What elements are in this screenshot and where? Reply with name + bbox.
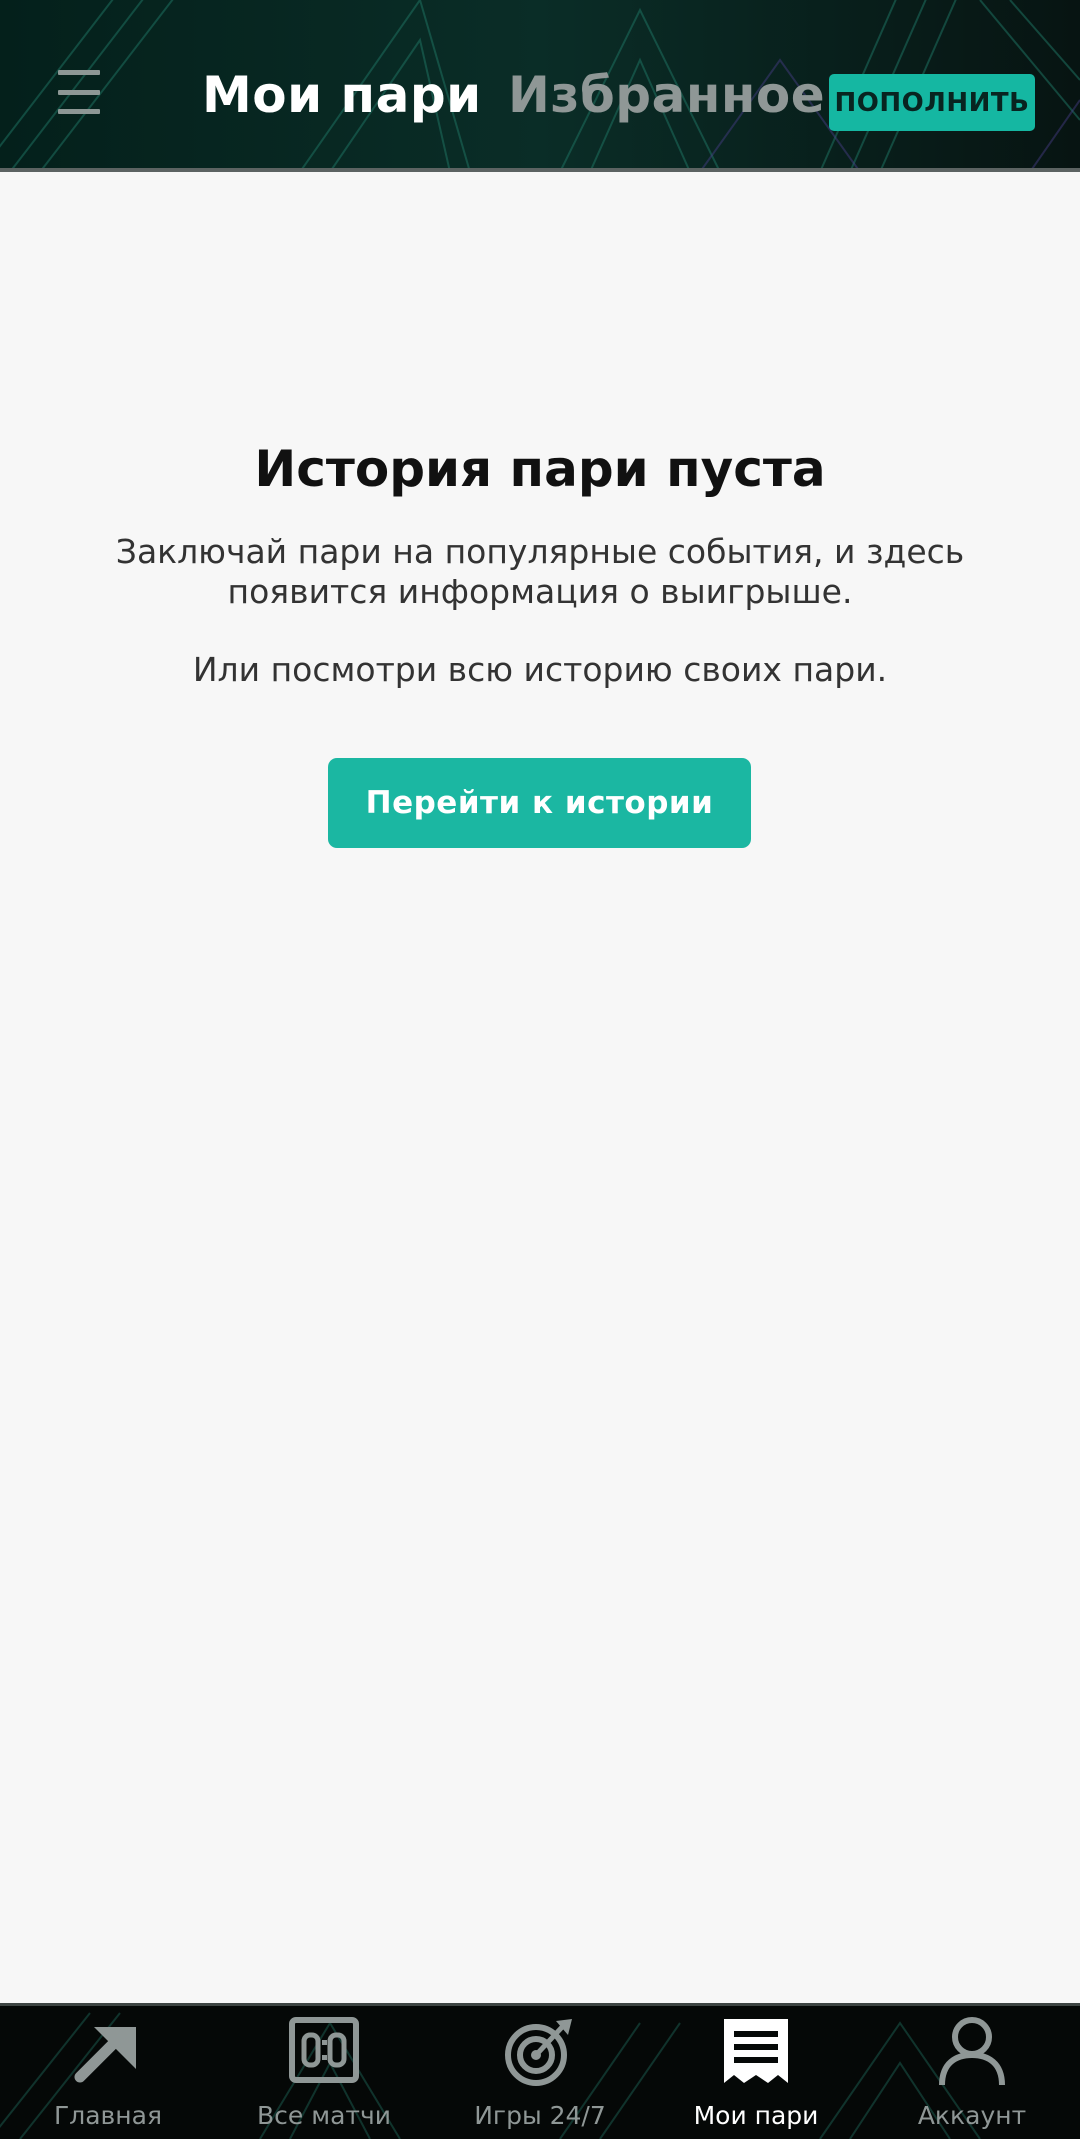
nav-item-account[interactable]: Аккаунт <box>864 2003 1080 2139</box>
empty-state-text: Заключай пари на популярные события, и з… <box>115 532 965 611</box>
topup-button[interactable]: ПОПОЛНИТЬ <box>829 74 1035 131</box>
header-divider <box>0 168 1080 172</box>
tab-favorites[interactable]: Избранное <box>508 66 825 124</box>
nav-label-games: Игры 24/7 <box>474 2101 606 2130</box>
empty-state-title: История пари пуста <box>254 440 826 498</box>
go-to-history-button[interactable]: Перейти к истории <box>328 758 751 848</box>
nav-item-home[interactable]: Главная <box>0 2003 216 2139</box>
app-header: Мои пари Избранное ПОПОЛНИТЬ <box>0 0 1080 172</box>
tab-my-bets[interactable]: Мои пари <box>202 66 482 124</box>
nav-item-games[interactable]: Игры 24/7 <box>432 2003 648 2139</box>
bottom-navigation: Главная Все матчи Игры 24/7 Мои пари Акк… <box>0 2003 1080 2139</box>
empty-state-text-secondary: Или посмотри всю историю своих пари. <box>192 650 888 689</box>
nav-label-account: Аккаунт <box>917 2101 1027 2130</box>
scoreboard-icon <box>289 2017 359 2083</box>
nav-item-my-bets[interactable]: Мои пари <box>648 2003 864 2139</box>
target-icon <box>505 2019 572 2086</box>
nav-label-home: Главная <box>54 2101 162 2130</box>
user-icon <box>939 2017 1005 2086</box>
nav-label-my-bets: Мои пари <box>693 2101 819 2130</box>
hamburger-menu-icon[interactable] <box>58 70 100 114</box>
arrow-icon <box>74 2027 136 2083</box>
receipt-icon <box>724 2019 788 2083</box>
nav-item-all-matches[interactable]: Все матчи <box>216 2003 432 2139</box>
nav-label-all-matches: Все матчи <box>257 2101 391 2130</box>
